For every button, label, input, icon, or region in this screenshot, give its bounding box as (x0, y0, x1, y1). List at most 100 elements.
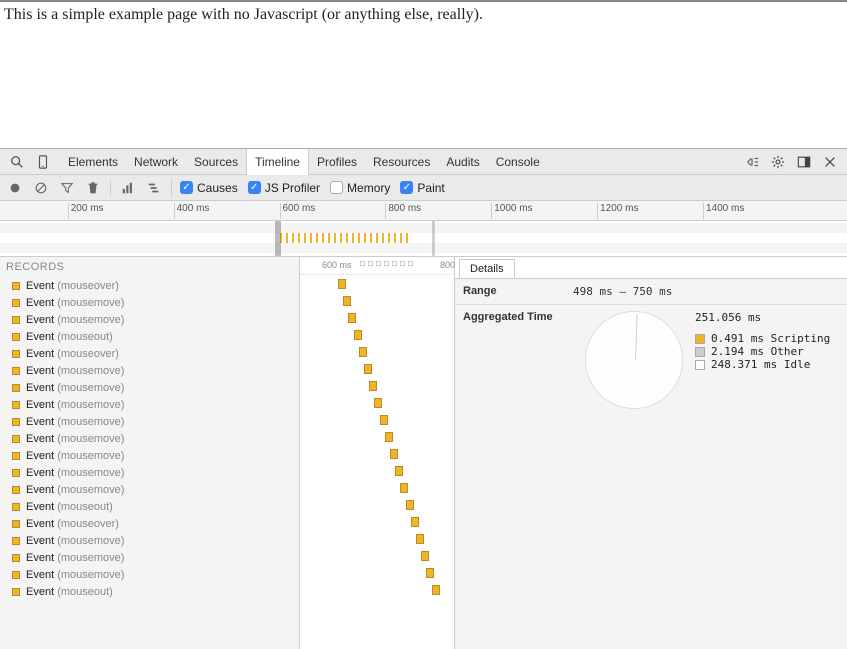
record-row[interactable]: Event (mouseover) (0, 345, 299, 362)
flame-bar[interactable] (426, 568, 434, 578)
flame-bar[interactable] (338, 279, 346, 289)
flame-bar[interactable] (390, 449, 398, 459)
overview-strip[interactable] (0, 221, 847, 257)
page-text: This is a simple example page with no Ja… (4, 6, 483, 23)
record-marker-icon (12, 384, 20, 392)
flame-bar[interactable] (359, 347, 367, 357)
timeline-toolbar: ✓Causes ✓JS Profiler Memory ✓Paint (0, 175, 847, 201)
flame-bar[interactable] (369, 381, 377, 391)
range-label: Range (463, 285, 573, 298)
overview-selection-handle-split[interactable] (432, 221, 435, 256)
flame-pane: 600 ms800 Details Range 498 ms — 750 ms … (300, 257, 847, 649)
tab-timeline[interactable]: Timeline (246, 149, 309, 175)
record-icon[interactable] (6, 179, 24, 197)
overview-ruler[interactable]: 200 ms400 ms600 ms800 ms1000 ms1200 ms14… (0, 201, 847, 221)
flame-bar[interactable] (395, 466, 403, 476)
record-row[interactable]: Event (mousemove) (0, 447, 299, 464)
record-row[interactable]: Event (mousemove) (0, 549, 299, 566)
tab-profiles[interactable]: Profiles (309, 149, 365, 175)
record-row[interactable]: Event (mousemove) (0, 294, 299, 311)
checkbox-causes[interactable]: ✓Causes (180, 181, 238, 195)
timeline-main: RECORDS Event (mouseover)Event (mousemov… (0, 257, 847, 649)
filter-icon[interactable] (58, 179, 76, 197)
search-icon[interactable] (8, 153, 26, 171)
record-row[interactable]: Event (mouseover) (0, 515, 299, 532)
legend-swatch (695, 334, 705, 344)
devtools-panel: ElementsNetworkSourcesTimelineProfilesRe… (0, 148, 847, 649)
flame-bar[interactable] (406, 500, 414, 510)
legend-row: 248.371 ms Idle (695, 358, 830, 371)
record-marker-icon (12, 503, 20, 511)
tab-audits[interactable]: Audits (438, 149, 487, 175)
record-row[interactable]: Event (mouseout) (0, 498, 299, 515)
overview-tick: 600 ms (280, 203, 316, 219)
flame-bar[interactable] (380, 415, 388, 425)
record-row[interactable]: Event (mousemove) (0, 566, 299, 583)
record-row[interactable]: Event (mouseover) (0, 277, 299, 294)
record-marker-icon (12, 469, 20, 477)
record-row[interactable]: Event (mousemove) (0, 311, 299, 328)
clear-icon[interactable] (32, 179, 50, 197)
gear-icon[interactable] (769, 153, 787, 171)
tab-resources[interactable]: Resources (365, 149, 438, 175)
page-body: This is a simple example page with no Ja… (0, 0, 847, 148)
flame-bar[interactable] (416, 534, 424, 544)
flame-ruler: 600 ms800 (300, 257, 454, 275)
flame-bar[interactable] (374, 398, 382, 408)
flame-bar[interactable] (364, 364, 372, 374)
tabs-container: ElementsNetworkSourcesTimelineProfilesRe… (60, 149, 548, 175)
details-range-row: Range 498 ms — 750 ms (455, 279, 847, 305)
legend-row: 0.491 ms Scripting (695, 332, 830, 345)
tab-console[interactable]: Console (488, 149, 548, 175)
view-bars-icon[interactable] (119, 179, 137, 197)
record-row[interactable]: Event (mousemove) (0, 481, 299, 498)
overview-selection-handle-left[interactable] (275, 221, 281, 256)
flame-bar[interactable] (385, 432, 393, 442)
overview-tick: 200 ms (68, 203, 104, 219)
record-row[interactable]: Event (mousemove) (0, 362, 299, 379)
tab-network[interactable]: Network (126, 149, 186, 175)
record-marker-icon (12, 520, 20, 528)
garbage-icon[interactable] (84, 179, 102, 197)
flame-bar[interactable] (354, 330, 362, 340)
dock-icon[interactable] (795, 153, 813, 171)
checkbox-js-profiler[interactable]: ✓JS Profiler (248, 181, 320, 195)
details-tabbar: Details (455, 257, 847, 279)
device-icon[interactable] (34, 153, 52, 171)
record-row[interactable]: Event (mouseout) (0, 583, 299, 600)
overview-tick: 400 ms (174, 203, 210, 219)
drawer-icon[interactable] (743, 153, 761, 171)
record-row[interactable]: Event (mousemove) (0, 464, 299, 481)
tab-sources[interactable]: Sources (186, 149, 246, 175)
checkbox-paint[interactable]: ✓Paint (400, 181, 444, 195)
record-marker-icon (12, 282, 20, 290)
record-row[interactable]: Event (mousemove) (0, 430, 299, 447)
record-marker-icon (12, 316, 20, 324)
flame-bar[interactable] (432, 585, 440, 595)
record-row[interactable]: Event (mousemove) (0, 396, 299, 413)
record-row[interactable]: Event (mousemove) (0, 532, 299, 549)
checkbox-memory[interactable]: Memory (330, 181, 390, 195)
view-waterfall-icon[interactable] (145, 179, 163, 197)
flame-bar[interactable] (411, 517, 419, 527)
records-list[interactable]: Event (mouseover)Event (mousemove)Event … (0, 277, 299, 649)
record-row[interactable]: Event (mouseout) (0, 328, 299, 345)
flame-bar[interactable] (400, 483, 408, 493)
record-marker-icon (12, 333, 20, 341)
flame-bar[interactable] (348, 313, 356, 323)
tab-elements[interactable]: Elements (60, 149, 126, 175)
legend-row: 2.194 ms Other (695, 345, 830, 358)
close-icon[interactable] (821, 153, 839, 171)
tab-details[interactable]: Details (459, 259, 515, 278)
record-row[interactable]: Event (mousemove) (0, 413, 299, 430)
record-marker-icon (12, 588, 20, 596)
records-pane: RECORDS Event (mouseover)Event (mousemov… (0, 257, 300, 649)
flame-bar[interactable] (343, 296, 351, 306)
record-marker-icon (12, 401, 20, 409)
details-aggregated-row: Aggregated Time 251.056 ms 0.491 ms Scri… (455, 305, 847, 415)
flame-chart[interactable]: 600 ms800 (300, 257, 455, 649)
overview-tick: 1400 ms (703, 203, 744, 219)
flame-bar[interactable] (421, 551, 429, 561)
record-row[interactable]: Event (mousemove) (0, 379, 299, 396)
flame-tick: 600 ms (322, 260, 352, 270)
